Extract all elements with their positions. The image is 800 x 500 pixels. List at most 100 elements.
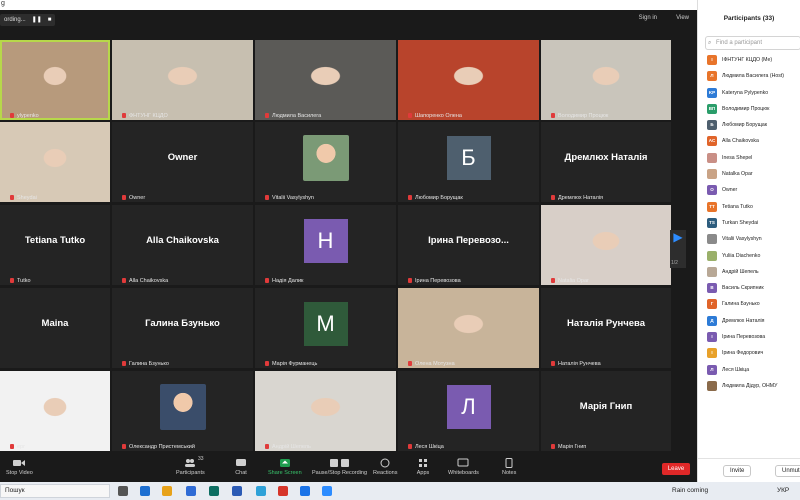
video-tile[interactable]: Natalia Opar (541, 205, 671, 285)
video-tile[interactable]: Олена Мотузна (398, 288, 539, 368)
participant-video (398, 288, 539, 368)
video-tile[interactable]: Б Любомир Борущак (398, 122, 539, 202)
participant-list-item[interactable]: Д Дремлюх Наталія (698, 313, 800, 329)
video-tile[interactable]: ylypenko (0, 40, 110, 120)
video-tile[interactable]: Owner Owner (112, 122, 253, 202)
video-tile[interactable]: Л Леся Шкіца (398, 371, 539, 451)
unmute-button[interactable]: Unmute (775, 465, 800, 477)
view-button[interactable]: View (676, 15, 689, 21)
invite-button[interactable]: Invite (723, 465, 752, 477)
participant-list-item[interactable]: Vitalii Vasylyshyn (698, 231, 800, 247)
participant-list-item[interactable]: Г Галина Бзунько (698, 296, 800, 312)
participant-avatar: Г (707, 299, 717, 310)
participant-video (255, 40, 396, 120)
participants-button[interactable]: Participants 33 (176, 456, 205, 476)
apps-button[interactable]: Apps (416, 458, 430, 476)
participant-list-item[interactable]: AC Alla Chaikovska (698, 133, 800, 149)
browser-icon[interactable] (256, 486, 266, 496)
video-tile[interactable]: Shеydai (0, 122, 110, 202)
participant-avatar: Д (707, 315, 717, 326)
video-tile[interactable]: Наталія Рунчева Наталія Рунчева (541, 288, 671, 368)
video-tile[interactable]: Vitalii Vasylyshyn (255, 122, 396, 202)
participant-list-item[interactable]: В Василь Скрипник (698, 280, 800, 296)
pause-recording-icon[interactable]: ❚❚ (32, 14, 42, 26)
participant-name-label: Tutko (10, 278, 31, 284)
participant-video (0, 371, 110, 451)
video-tile[interactable]: Tetiana Tutko Tutko (0, 205, 110, 285)
participant-list-item[interactable]: Л Людмила Василега (Host) (698, 68, 800, 84)
video-tile[interactable]: Олександр Пристемський (112, 371, 253, 451)
participant-list-item[interactable]: KP Kateryna Pylypenko (698, 85, 800, 101)
notes-button[interactable]: Notes (502, 458, 516, 476)
muted-mic-icon (122, 444, 126, 449)
video-tile[interactable]: Марія Гнип Марія Гнип (541, 371, 671, 451)
participant-display-name: Дремлюх Наталія (564, 152, 648, 164)
video-tile[interactable]: Людмила Василега (255, 40, 396, 120)
participant-search-input[interactable]: ⌕ Find a participant (705, 36, 800, 50)
participant-list-item[interactable]: І Ірина Перевозова (698, 329, 800, 345)
participant-name-label: Галина Бзунько (122, 361, 169, 367)
chat-button[interactable]: Chat (234, 458, 248, 476)
video-tile[interactable]: Maina (0, 288, 110, 368)
participant-list-item[interactable]: Л Леся Шкіца (698, 362, 800, 378)
participant-avatar: Л (707, 364, 717, 375)
whiteboard-icon (457, 458, 469, 467)
share-screen-button[interactable]: Share Screen (268, 458, 302, 476)
participant-name: Людмила Василега (272, 113, 322, 119)
video-tile[interactable]: Ірина Перевозо... Ірина Перевозова (398, 205, 539, 285)
stop-recording-icon[interactable]: ■ (48, 14, 52, 26)
participant-list-item[interactable]: ВП Володимир Процюк (698, 101, 800, 117)
muted-mic-icon (551, 444, 555, 449)
video-tile[interactable]: Володимир Процюк (541, 40, 671, 120)
participant-list-item[interactable]: Yuliia Diachenko (698, 248, 800, 264)
participant-list-item[interactable]: Людмила Дідур, ОНМУ (698, 378, 800, 394)
next-page-button[interactable]: ▶ 1/2 (670, 230, 686, 268)
file-explorer-icon[interactable] (162, 486, 172, 496)
video-tile[interactable]: Alla Chaikovska Alla Chaikovska (112, 205, 253, 285)
participant-video (112, 40, 253, 120)
word-icon[interactable] (232, 486, 242, 496)
pause-recording-button[interactable]: Pause/Stop Recording (312, 458, 367, 476)
participant-list-item[interactable]: Inesa Shepel (698, 150, 800, 166)
participant-list-item[interactable]: O Owner (698, 182, 800, 198)
chat-icon (236, 459, 246, 466)
video-tile[interactable]: Андрій Шепель (255, 371, 396, 451)
task-view-icon[interactable] (118, 486, 128, 496)
zoom-meeting-icon[interactable] (322, 486, 332, 496)
participant-list-item[interactable]: Андрій Шепель (698, 264, 800, 280)
mail-icon[interactable] (186, 486, 196, 496)
zoom-icon[interactable] (300, 486, 310, 496)
whiteboards-label: Whiteboards (448, 470, 479, 476)
window-title: g (1, 0, 5, 7)
taskbar-search-input[interactable]: Пошук (0, 484, 110, 498)
participant-list-item[interactable]: TT Tetiana Tutko (698, 199, 800, 215)
participant-avatar: O (707, 185, 717, 196)
video-tile[interactable]: М Марія Фурманець (255, 288, 396, 368)
sign-in-link[interactable]: Sign in (639, 15, 657, 21)
video-tile[interactable]: Шапоренко Олена (398, 40, 539, 120)
participant-name-label: Наталія Рунчева (551, 361, 601, 367)
video-tile[interactable]: ерг (0, 371, 110, 451)
video-tile[interactable]: Галина Бзунько Галина Бзунько (112, 288, 253, 368)
participant-list-item[interactable]: I ІФНТУНГ КЦДО (Me) (698, 52, 800, 68)
muted-mic-icon (551, 361, 555, 366)
participant-list-item[interactable]: Natalka Opar (698, 166, 800, 182)
pdf-icon[interactable] (278, 486, 288, 496)
video-tile[interactable]: Н Надія Далик (255, 205, 396, 285)
whiteboards-button[interactable]: Whiteboards (448, 458, 479, 476)
participant-list-item[interactable]: TS Turkan Sheydai (698, 215, 800, 231)
stop-video-button[interactable]: Stop Video (6, 458, 33, 476)
participant-video (541, 40, 671, 120)
language-indicator[interactable]: УКР (777, 487, 789, 494)
participant-list-item[interactable]: Б Любомир Борущак (698, 117, 800, 133)
page-indicator: 1/2 (671, 260, 678, 266)
edge-icon[interactable] (209, 486, 219, 496)
leave-button[interactable]: Leave (662, 463, 690, 475)
chrome-icon[interactable] (140, 486, 150, 496)
video-tile[interactable]: Дремлюх Наталія Дремлюх Наталія (541, 122, 671, 202)
reactions-button[interactable]: Reactions (373, 458, 397, 476)
participant-avatar: І (707, 332, 717, 343)
weather-widget[interactable]: Rain coming (672, 487, 708, 494)
video-tile[interactable]: ФНТУНГ КЦДО (112, 40, 253, 120)
participant-list-item[interactable]: І Ірина Федорович (698, 345, 800, 361)
